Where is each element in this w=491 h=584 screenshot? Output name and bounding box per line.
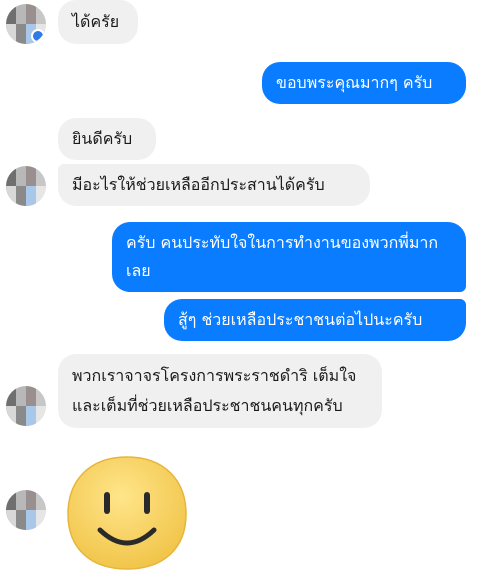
message-text: พวกเราจาจรโครงการพระราชดำริ เต็มใจและเต็… (72, 366, 357, 415)
contact-avatar[interactable] (6, 166, 46, 206)
sticker-eye (104, 492, 110, 514)
message-text: ครับ คนประทับใจในการทำงานของพวกพี่มากเลย (126, 233, 439, 280)
message-text: มีอะไรให้ช่วยเหลืออีกประสานได้ครับ (72, 175, 325, 194)
contact-avatar[interactable] (6, 4, 46, 44)
contact-avatar[interactable] (6, 386, 46, 426)
message-text: ยินดีครับ (72, 129, 133, 148)
outgoing-message[interactable]: ขอบพระคุณมากๆ ครับ (262, 62, 466, 104)
incoming-message[interactable]: ยินดีครับ (58, 118, 156, 160)
incoming-message[interactable]: พวกเราจาจรโครงการพระราชดำริ เต็มใจและเต็… (58, 354, 382, 428)
outgoing-message[interactable]: สู้ๆ ช่วยเหลือประชาชนต่อไปนะครับ (164, 299, 466, 341)
message-text: ขอบพระคุณมากๆ ครับ (276, 73, 433, 92)
sticker-eye (144, 492, 150, 514)
active-status-icon (31, 29, 45, 43)
message-text: ได้ครัย (72, 12, 120, 31)
contact-avatar[interactable] (6, 490, 46, 530)
outgoing-message[interactable]: ครับ คนประทับใจในการทำงานของพวกพี่มากเลย (112, 222, 466, 292)
smiley-face-icon[interactable] (64, 454, 190, 572)
incoming-message[interactable]: ได้ครัย (58, 0, 138, 44)
incoming-message[interactable]: มีอะไรให้ช่วยเหลืออีกประสานได้ครับ (58, 164, 370, 206)
message-text: สู้ๆ ช่วยเหลือประชาชนต่อไปนะครับ (178, 310, 423, 329)
